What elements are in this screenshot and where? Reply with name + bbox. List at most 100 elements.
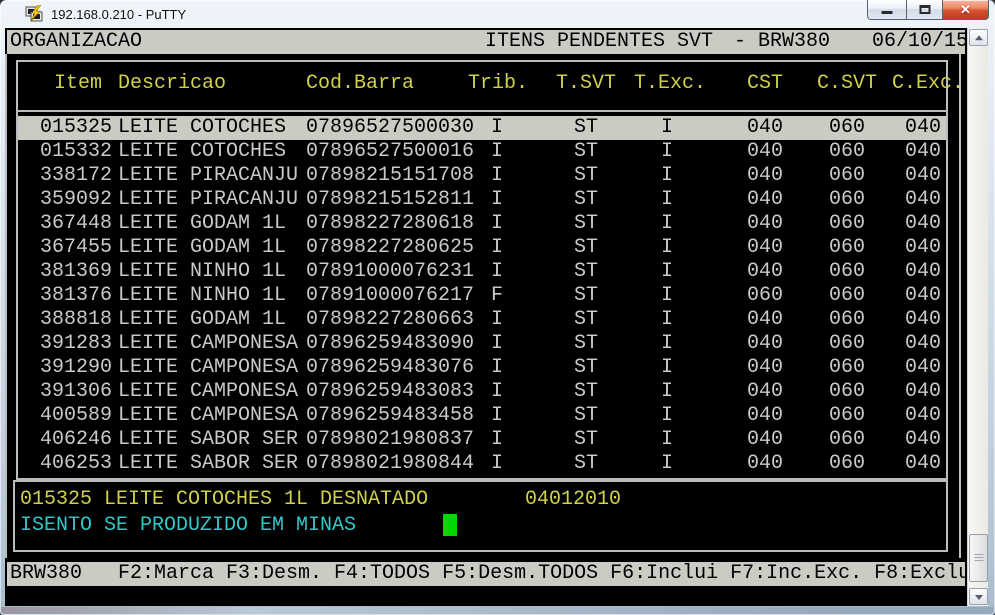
minimize-icon [882,11,893,14]
cell-cexc: 040 [892,116,954,140]
cell-trib: I [468,188,526,212]
fkey-f6-inclui: F6:Inclui [610,562,718,586]
detail-item-description: 015325 LEITE COTOCHES 1L DESNATADO [20,488,428,512]
cell-item: 338172 [38,164,112,188]
cell-texc: I [634,452,700,476]
cell-texc: I [634,212,700,236]
cell-descricao: LEITE NINHO 1L [118,284,286,308]
cell-cst: 040 [732,308,798,332]
cell-cexc: 040 [892,260,954,284]
cell-csvt: 060 [814,236,880,260]
column-header-item: Item [38,72,112,96]
close-icon: ✕ [943,0,988,20]
putty-client-area: ORGANIZACAO ITENS PENDENTES SVT - BRW380… [5,28,988,606]
table-row: 400589 LEITE CAMPONESA 07896259483458 I … [18,404,946,428]
close-button[interactable]: ✕ [943,0,989,20]
cell-item: 388818 [38,308,112,332]
cell-descricao: LEITE COTOCHES [118,116,286,140]
cell-cexc: 040 [892,404,954,428]
function-key-bar: BRW380 F2:Marca F3:Desm. F4:TODOS F5:Des… [7,562,965,586]
cell-csvt: 060 [814,332,880,356]
detail-ncm-code: 04012010 [525,488,621,512]
cell-tsvt: ST [556,380,616,404]
cell-item: 400589 [38,404,112,428]
cell-cexc: 040 [892,164,954,188]
detail-line-2: ISENTO SE PRODUZIDO EM MINAS [15,514,946,538]
cell-trib: I [468,356,526,380]
cell-descricao: LEITE CAMPONESA [118,332,298,356]
cell-csvt: 060 [814,404,880,428]
cell-item: 406253 [38,452,112,476]
cell-cod-barra: 07896259483090 [306,332,474,356]
cell-descricao: LEITE PIRACANJU [118,164,298,188]
screen-title: ITENS PENDENTES SVT [485,30,713,54]
cell-texc: I [634,260,700,284]
cell-trib: I [468,116,526,140]
cell-texc: I [634,332,700,356]
cell-texc: I [634,236,700,260]
maximize-button[interactable] [907,0,943,20]
cell-csvt: 060 [814,260,880,284]
cell-cod-barra: 07896527500016 [306,140,474,164]
table-row: 359092 LEITE PIRACANJU 07898215152811 I … [18,188,946,212]
cell-csvt: 060 [814,212,880,236]
cell-tsvt: ST [556,116,616,140]
table-row: 391290 LEITE CAMPONESA 07896259483076 I … [18,356,946,380]
cell-cod-barra: 07898021980837 [306,428,474,452]
fkey-f5-desm-todos: F5:Desm.TODOS [442,562,598,586]
fkey-f3-desm: F3:Desm. [226,562,322,586]
cell-tsvt: ST [556,404,616,428]
cell-descricao: LEITE GODAM 1L [118,212,286,236]
cell-item: 367448 [38,212,112,236]
table-row: 391306 LEITE CAMPONESA 07896259483083 I … [18,380,946,404]
cell-cst: 040 [732,404,798,428]
cell-cst: 040 [732,332,798,356]
cell-cst: 040 [732,212,798,236]
column-header-texc: T.Exc. [634,72,700,96]
cell-csvt: 060 [814,380,880,404]
cell-cst: 040 [732,452,798,476]
cell-descricao: LEITE GODAM 1L [118,308,286,332]
table-row: 367455 LEITE GODAM 1L 07898227280625 I S… [18,236,946,260]
cell-item: 391290 [38,356,112,380]
cell-cod-barra: 07898227280663 [306,308,474,332]
cell-tsvt: ST [556,164,616,188]
cell-trib: I [468,332,526,356]
detail-line-1: 015325 LEITE COTOCHES 1L DESNATADO 04012… [15,488,946,512]
cell-descricao: LEITE SABOR SER [118,428,298,452]
cell-cod-barra: 07896527500030 [306,116,474,140]
scroll-down-button[interactable] [969,588,988,605]
table-row: 388818 LEITE GODAM 1L 07898227280663 I S… [18,308,946,332]
cell-tsvt: ST [556,284,616,308]
cell-cod-barra: 07896259483083 [306,380,474,404]
scroll-up-button[interactable] [969,29,988,46]
scrollbar-thumb[interactable] [969,534,988,582]
cell-cst: 040 [732,260,798,284]
cell-texc: I [634,428,700,452]
cell-tsvt: ST [556,332,616,356]
cell-cexc: 040 [892,380,954,404]
cell-tsvt: ST [556,260,616,284]
cell-texc: I [634,116,700,140]
cell-cexc: 040 [892,428,954,452]
putty-app-icon[interactable] [25,5,43,23]
titlebar[interactable]: 192.168.0.210 - PuTTY ✕ [0,0,995,28]
table-row: 381369 LEITE NINHO 1L 07891000076231 I S… [18,260,946,284]
cell-texc: I [634,188,700,212]
scrollbar [967,28,988,606]
cell-descricao: LEITE CAMPONESA [118,380,298,404]
cell-tsvt: ST [556,212,616,236]
cell-texc: I [634,380,700,404]
cell-item: 391283 [38,332,112,356]
screen-header-line: ORGANIZACAO ITENS PENDENTES SVT - BRW380… [7,30,965,54]
window-title: 192.168.0.210 - PuTTY [51,7,186,22]
cell-item: 381369 [38,260,112,284]
cell-trib: I [468,452,526,476]
minimize-button[interactable] [867,0,907,20]
terminal-screen[interactable]: ORGANIZACAO ITENS PENDENTES SVT - BRW380… [5,28,967,606]
cell-cod-barra: 07891000076217 [306,284,474,308]
column-header-descricao: Descricao [118,72,226,96]
cell-cst: 040 [732,164,798,188]
cell-item: 391306 [38,380,112,404]
cell-cod-barra: 07898215151708 [306,164,474,188]
